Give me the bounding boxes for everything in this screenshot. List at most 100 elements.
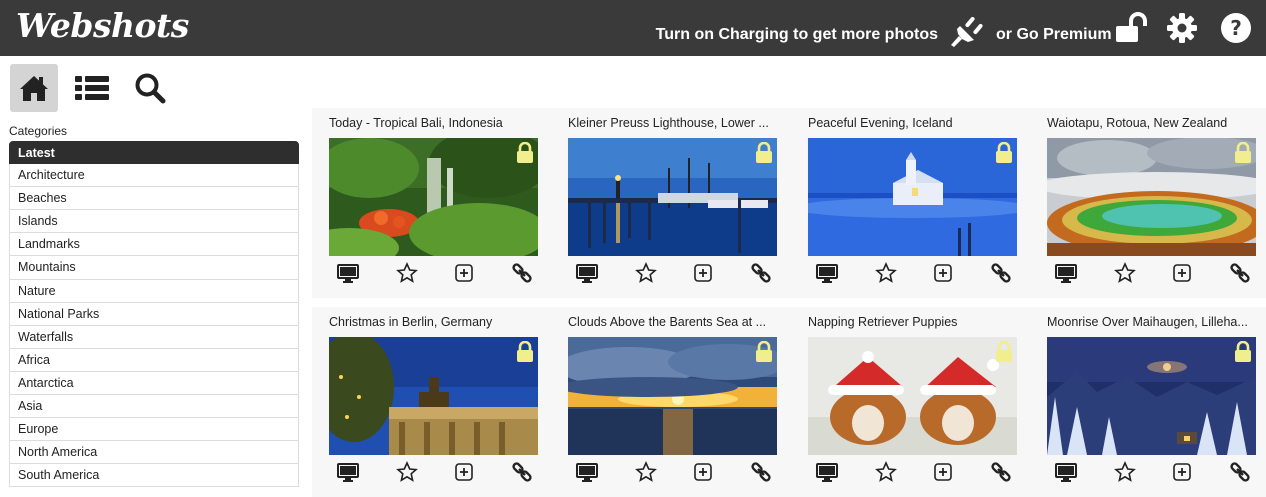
photo-title[interactable]: Moonrise Over Maihaugen, Lilleha... [1047,315,1261,329]
lock-icon [996,142,1012,163]
photo-title[interactable]: Waiotapu, Rotoua, New Zealand [1047,116,1261,130]
desktop-icon[interactable] [337,262,359,284]
photo-thumbnail[interactable] [1047,138,1256,256]
lock-icon [996,341,1012,362]
list-view-button[interactable] [68,64,116,112]
photo-actions [1047,262,1257,284]
category-waterfalls[interactable]: Waterfalls [9,325,299,349]
category-north-america[interactable]: North America [9,441,299,465]
lock-icon [1235,341,1251,362]
star-icon[interactable] [875,262,897,284]
top-bar: Webshots Turn on Charging to get more ph… [0,0,1266,56]
photo-card: Kleiner Preuss Lighthouse, Lower ... [551,108,791,298]
add-icon[interactable] [1171,262,1193,284]
category-latest[interactable]: Latest [9,141,299,165]
list-icon [75,76,109,100]
star-icon[interactable] [635,262,657,284]
photo-card: Waiotapu, Rotoua, New Zealand [1030,108,1266,298]
add-icon[interactable] [932,262,954,284]
category-africa[interactable]: Africa [9,348,299,372]
photo-actions [808,262,1018,284]
photo-thumbnail[interactable] [808,337,1017,455]
photo-card: Today - Tropical Bali, Indonesia [312,108,552,298]
search-button[interactable] [126,64,174,112]
home-icon [20,76,48,101]
star-icon[interactable] [396,262,418,284]
desktop-icon[interactable] [1055,461,1077,483]
desktop-icon[interactable] [816,262,838,284]
photo-title[interactable]: Peaceful Evening, Iceland [808,116,1022,130]
gear-icon[interactable] [1166,12,1198,44]
add-icon[interactable] [932,461,954,483]
link-icon[interactable] [990,262,1012,284]
help-icon[interactable]: ? [1220,12,1252,44]
link-icon[interactable] [511,262,533,284]
go-premium-link[interactable]: or Go Premium [996,26,1112,44]
lock-icon [517,341,533,362]
desktop-icon[interactable] [576,461,598,483]
category-architecture[interactable]: Architecture [9,164,299,188]
add-icon[interactable] [692,262,714,284]
category-islands[interactable]: Islands [9,210,299,234]
plug-icon[interactable] [948,12,988,48]
add-icon[interactable] [1171,461,1193,483]
desktop-icon[interactable] [816,461,838,483]
photo-thumbnail[interactable] [568,337,777,455]
charging-promo-text[interactable]: Turn on Charging to get more photos [656,26,938,44]
photo-thumbnail[interactable] [808,138,1017,256]
desktop-icon[interactable] [1055,262,1077,284]
link-icon[interactable] [750,461,772,483]
photo-thumbnail[interactable] [329,138,538,256]
lock-icon [517,142,533,163]
photo-title[interactable]: Clouds Above the Barents Sea at ... [568,315,782,329]
svg-text:?: ? [1230,16,1242,40]
star-icon[interactable] [875,461,897,483]
link-icon[interactable] [750,262,772,284]
category-nature[interactable]: Nature [9,279,299,303]
photo-card: Napping Retriever Puppies [791,307,1031,497]
category-asia[interactable]: Asia [9,395,299,419]
photo-thumbnail[interactable] [1047,337,1256,455]
home-button[interactable] [10,64,58,112]
star-icon[interactable] [635,461,657,483]
view-switcher [10,64,184,112]
photo-card: Clouds Above the Barents Sea at ... [551,307,791,497]
photo-thumbnail[interactable] [329,337,538,455]
category-south-america[interactable]: South America [9,464,299,488]
link-icon[interactable] [1229,461,1251,483]
photo-actions [808,461,1018,483]
lock-icon [1235,142,1251,163]
star-icon[interactable] [1114,461,1136,483]
photo-actions [329,461,539,483]
photo-title[interactable]: Today - Tropical Bali, Indonesia [329,116,543,130]
photo-title[interactable]: Kleiner Preuss Lighthouse, Lower ... [568,116,782,130]
category-landmarks[interactable]: Landmarks [9,233,299,257]
link-icon[interactable] [1229,262,1251,284]
photo-title[interactable]: Napping Retriever Puppies [808,315,1022,329]
category-europe[interactable]: Europe [9,418,299,442]
photo-thumbnail[interactable] [568,138,777,256]
lock-icon [756,341,772,362]
webshots-logo[interactable]: Webshots [16,6,189,45]
link-icon[interactable] [511,461,533,483]
photo-card: Peaceful Evening, Iceland [791,108,1031,298]
add-icon[interactable] [453,262,475,284]
desktop-icon[interactable] [576,262,598,284]
add-icon[interactable] [453,461,475,483]
categories-heading: Categories [9,124,68,138]
photo-actions [329,262,539,284]
category-mountains[interactable]: Mountains [9,256,299,280]
search-icon [135,73,166,104]
star-icon[interactable] [1114,262,1136,284]
photo-title[interactable]: Christmas in Berlin, Germany [329,315,543,329]
desktop-icon[interactable] [337,461,359,483]
category-list: Latest Architecture Beaches Islands Land… [9,141,299,488]
lock-icon [756,142,772,163]
category-antarctica[interactable]: Antarctica [9,371,299,396]
category-national-parks[interactable]: National Parks [9,302,299,326]
add-icon[interactable] [692,461,714,483]
category-beaches[interactable]: Beaches [9,187,299,211]
link-icon[interactable] [990,461,1012,483]
unlock-icon[interactable] [1114,12,1150,44]
star-icon[interactable] [396,461,418,483]
